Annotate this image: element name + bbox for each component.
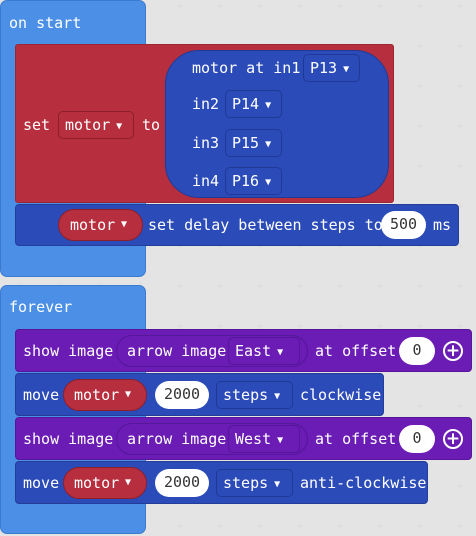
motor-at-label: motor at in1 <box>192 59 301 77</box>
plus-circle-icon[interactable]: + <box>443 341 463 361</box>
in4-pin-dropdown[interactable]: P16 ▼ <box>225 167 282 195</box>
variable-dropdown-motor[interactable]: motor ▼ <box>58 111 134 139</box>
motor-variable-name: motor <box>74 474 120 492</box>
arrow-direction-dropdown-2[interactable]: West ▼ <box>228 425 300 453</box>
delay-unit-label: ms <box>433 216 452 234</box>
caret-down-icon: ▼ <box>116 121 123 132</box>
move-label: move <box>23 474 60 492</box>
in3-pin-dropdown[interactable]: P15 ▼ <box>225 129 282 157</box>
caret-down-icon: ▼ <box>125 477 132 488</box>
in4-label: in4 <box>192 172 220 190</box>
set-delay-label: set delay between steps to <box>148 216 383 234</box>
arrow-image-label: arrow image <box>127 430 227 448</box>
caret-down-icon: ▼ <box>265 139 272 150</box>
direction-label: clockwise <box>300 386 382 404</box>
pin-value: P15 <box>232 134 260 152</box>
motor-variable-name: motor <box>74 386 120 404</box>
show-image-label: show image <box>23 342 114 360</box>
plus-circle-icon[interactable]: + <box>443 429 463 449</box>
forever-label: forever <box>9 298 73 316</box>
direction-label: anti-clockwise <box>300 474 427 492</box>
caret-down-icon: ▼ <box>121 219 128 230</box>
motor-variable-name: motor <box>70 216 116 234</box>
arrow-image-label: arrow image <box>127 342 227 360</box>
at-offset-label: at offset <box>315 430 397 448</box>
caret-down-icon: ▼ <box>125 389 132 400</box>
move-label: move <box>23 386 60 404</box>
caret-down-icon: ▼ <box>343 64 350 75</box>
steps-input-2[interactable]: 2000 <box>155 469 209 497</box>
caret-down-icon: ▼ <box>274 479 281 490</box>
at-offset-label: at offset <box>315 342 397 360</box>
steps-unit-value: steps <box>223 474 269 492</box>
steps-unit-dropdown-2[interactable]: steps ▼ <box>216 469 293 497</box>
caret-down-icon: ▼ <box>265 100 272 111</box>
steps-unit-value: steps <box>223 386 269 404</box>
delay-value-input[interactable]: 500 <box>381 211 426 239</box>
pin-value: P16 <box>232 172 260 190</box>
in3-label: in3 <box>192 134 220 152</box>
in2-label: in2 <box>192 95 220 113</box>
to-label: to <box>142 116 161 134</box>
pin-value: P14 <box>232 95 260 113</box>
in2-pin-dropdown[interactable]: P14 ▼ <box>225 90 282 118</box>
caret-down-icon: ▼ <box>277 435 284 446</box>
arrow-direction-dropdown-1[interactable]: East ▼ <box>228 337 300 365</box>
pin-value: P13 <box>310 59 338 77</box>
in1-pin-dropdown[interactable]: P13 ▼ <box>303 54 360 82</box>
show-image-label: show image <box>23 430 114 448</box>
caret-down-icon: ▼ <box>277 347 284 358</box>
variable-name: motor <box>65 116 111 134</box>
offset-input-1[interactable]: 0 <box>399 337 435 365</box>
caret-down-icon: ▼ <box>274 391 281 402</box>
caret-down-icon: ▼ <box>265 177 272 188</box>
on-start-label: on start <box>9 14 82 32</box>
set-label: set <box>23 116 51 134</box>
steps-input-1[interactable]: 2000 <box>155 381 209 409</box>
steps-unit-dropdown-1[interactable]: steps ▼ <box>216 381 293 409</box>
direction-value: East <box>235 342 272 360</box>
direction-value: West <box>235 430 272 448</box>
offset-input-2[interactable]: 0 <box>399 425 435 453</box>
